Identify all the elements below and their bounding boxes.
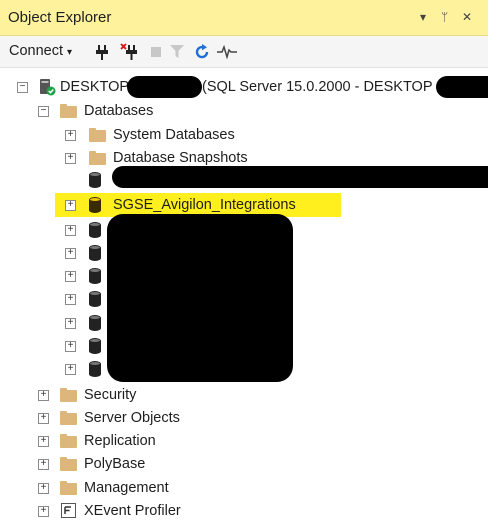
expand-system-databases-icon[interactable]: + <box>65 130 76 141</box>
system-databases-label: System Databases <box>113 127 235 143</box>
folder-icon <box>60 104 77 118</box>
polybase-label: PolyBase <box>84 456 146 472</box>
tree-node-security[interactable]: + Security <box>0 383 488 407</box>
expand-management-icon[interactable]: + <box>38 483 49 494</box>
tree-node-database[interactable]: + <box>0 357 110 381</box>
database-icon <box>89 338 101 354</box>
folder-icon <box>60 411 77 425</box>
database-icon <box>89 172 101 188</box>
close-icon[interactable]: ✕ <box>462 10 472 24</box>
stop-icon[interactable] <box>151 47 161 57</box>
filter-icon[interactable] <box>170 45 184 59</box>
panel-title: Object Explorer <box>8 9 112 26</box>
expand-database-snapshots-icon[interactable]: + <box>65 153 76 164</box>
redaction-database-list <box>107 214 293 382</box>
tree-node-server-objects[interactable]: + Server Objects <box>0 406 488 430</box>
activity-monitor-icon[interactable] <box>217 45 237 59</box>
databases-label: Databases <box>84 103 154 119</box>
tree-node-xevent-profiler[interactable]: + XEvent Profiler <box>0 499 488 523</box>
expand-database-icon[interactable]: + <box>65 225 76 236</box>
refresh-icon[interactable] <box>194 44 210 60</box>
redaction-database-name <box>112 166 488 188</box>
tree-node-database[interactable]: + <box>0 241 110 265</box>
expand-database-icon[interactable]: + <box>65 271 76 282</box>
disconnect-icon[interactable] <box>120 43 138 61</box>
tree-node-polybase[interactable]: + PolyBase <box>0 452 488 476</box>
folder-icon <box>60 481 77 495</box>
expand-replication-icon[interactable]: + <box>38 436 49 447</box>
server-label-prefix: DESKTOP <box>60 79 130 95</box>
window-position-dropdown-icon[interactable]: ▾ <box>420 10 426 24</box>
tree-node-server[interactable]: − DESKTOP (SQL Server 15.0.2000 - DESKTO… <box>0 75 488 99</box>
xevent-profiler-icon <box>61 503 76 518</box>
redaction-server-name <box>127 76 202 98</box>
xevent-profiler-label: XEvent Profiler <box>84 503 181 519</box>
expand-database-icon[interactable]: + <box>65 200 76 211</box>
expand-database-icon[interactable]: + <box>65 318 76 329</box>
folder-icon <box>89 151 106 165</box>
server-icon <box>40 79 56 96</box>
server-objects-label: Server Objects <box>84 410 180 426</box>
database-icon <box>89 315 101 331</box>
connect-button[interactable]: Connect ▾ <box>9 43 72 59</box>
expand-xevent-profiler-icon[interactable]: + <box>38 506 49 517</box>
database-icon <box>89 197 101 213</box>
object-explorer-titlebar: Object Explorer ▾ ᛘ ✕ <box>0 0 488 36</box>
expand-database-icon[interactable]: + <box>65 294 76 305</box>
replication-label: Replication <box>84 433 156 449</box>
database-icon <box>89 245 101 261</box>
connect-dropdown-icon: ▾ <box>67 47 73 58</box>
tree-node-database[interactable]: + <box>0 264 110 288</box>
database-icon <box>89 268 101 284</box>
tree-node-database[interactable]: + <box>0 287 110 311</box>
tree-node-database[interactable]: + <box>0 218 110 242</box>
connect-icon[interactable] <box>95 45 109 61</box>
connect-label: Connect <box>9 43 64 59</box>
tree-node-databases[interactable]: − Databases <box>0 99 488 123</box>
security-label: Security <box>84 387 137 403</box>
collapse-databases-icon[interactable]: − <box>38 106 49 117</box>
folder-icon <box>60 457 77 471</box>
expand-database-icon[interactable]: + <box>65 248 76 259</box>
tree-node-replication[interactable]: + Replication <box>0 429 488 453</box>
tree-node-system-databases[interactable]: + System Databases <box>0 123 488 147</box>
expand-server-objects-icon[interactable]: + <box>38 413 49 424</box>
collapse-server-icon[interactable]: − <box>17 82 28 93</box>
management-label: Management <box>84 480 169 496</box>
server-label-suffix: (SQL Server 15.0.2000 - DESKTOP <box>202 79 433 95</box>
expand-polybase-icon[interactable]: + <box>38 459 49 470</box>
tree-node-management[interactable]: + Management <box>0 476 488 500</box>
expand-database-icon[interactable]: + <box>65 364 76 375</box>
folder-icon <box>60 388 77 402</box>
tree-node-database[interactable]: + <box>0 311 110 335</box>
object-explorer-toolbar: Connect ▾ <box>0 36 488 68</box>
object-explorer-tree: − DESKTOP (SQL Server 15.0.2000 - DESKTO… <box>0 68 488 520</box>
database-icon <box>89 222 101 238</box>
folder-icon <box>89 128 106 142</box>
tree-node-database[interactable]: + <box>0 334 110 358</box>
expand-database-icon[interactable]: + <box>65 341 76 352</box>
folder-icon <box>60 434 77 448</box>
pin-icon[interactable]: ᛘ <box>441 10 448 24</box>
database-icon <box>89 291 101 307</box>
redaction-server-host <box>436 76 488 98</box>
expand-security-icon[interactable]: + <box>38 390 49 401</box>
database-icon <box>89 361 101 377</box>
